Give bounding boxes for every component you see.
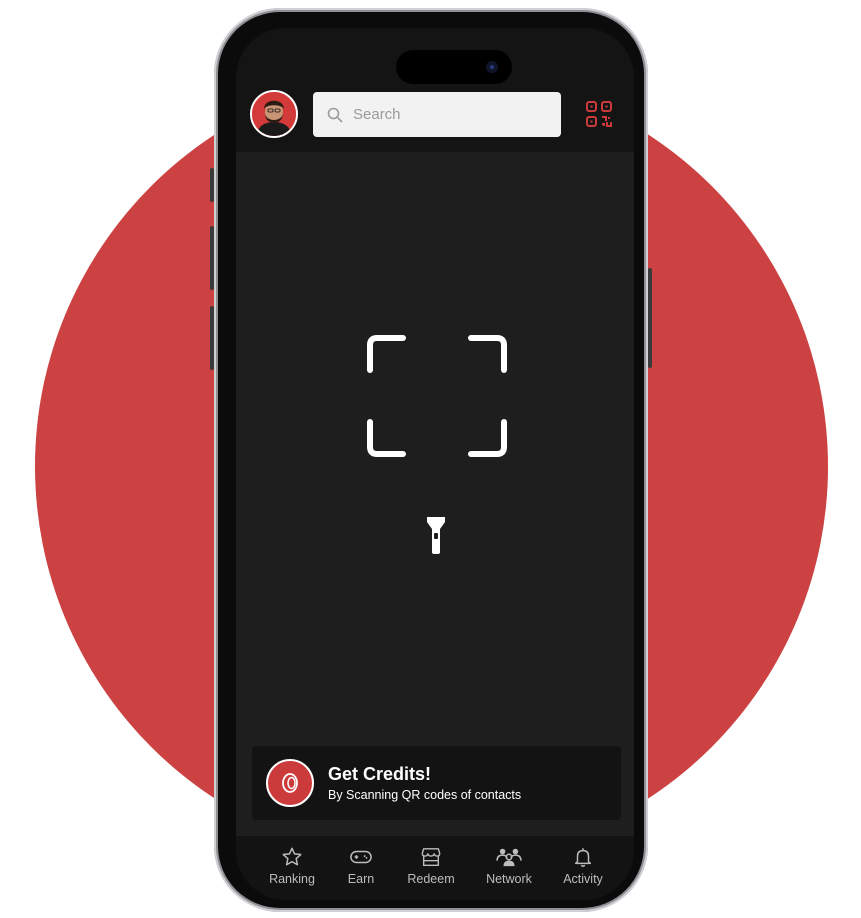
tab-earn[interactable]: Earn — [324, 846, 398, 886]
tab-label: Ranking — [269, 872, 315, 886]
qr-code-icon[interactable] — [585, 100, 613, 128]
qr-viewfinder-icon — [367, 335, 507, 457]
power-button — [648, 268, 652, 368]
camera-lens — [486, 61, 498, 73]
search-placeholder: Search — [353, 106, 401, 123]
gamepad-icon — [350, 850, 372, 864]
tab-label: Network — [486, 872, 532, 886]
phone-bezel: Search Get Credits! By Scanning QR codes… — [218, 12, 644, 908]
credits-subtitle: By Scanning QR codes of contacts — [328, 788, 522, 802]
volume-up-button — [210, 226, 214, 290]
search-input[interactable]: Search — [313, 92, 561, 137]
star-icon — [282, 847, 302, 866]
bottom-tab-bar: Ranking Earn Redeem Network Activity — [236, 836, 634, 900]
tab-label: Redeem — [407, 872, 455, 886]
top-bar: Search — [236, 28, 634, 152]
flashlight-icon[interactable] — [425, 515, 447, 555]
volume-down-button — [210, 306, 214, 370]
tab-redeem[interactable]: Redeem — [394, 846, 468, 886]
people-icon — [496, 848, 522, 867]
phone-frame: Search Get Credits! By Scanning QR codes… — [214, 8, 648, 912]
dynamic-island — [396, 50, 512, 84]
tab-network[interactable]: Network — [472, 846, 546, 886]
avatar[interactable] — [250, 90, 298, 138]
mute-switch — [210, 168, 214, 202]
tab-activity[interactable]: Activity — [546, 846, 620, 886]
tab-ranking[interactable]: Ranking — [255, 846, 329, 886]
get-credits-banner[interactable]: Get Credits! By Scanning QR codes of con… — [252, 746, 621, 820]
search-icon — [327, 107, 343, 122]
credits-title: Get Credits! — [328, 764, 432, 784]
tab-label: Activity — [563, 872, 603, 886]
tab-label: Earn — [347, 872, 375, 886]
bell-icon — [574, 848, 592, 867]
coin-icon — [266, 759, 314, 807]
store-icon — [421, 848, 441, 866]
app-screen: Search Get Credits! By Scanning QR codes… — [236, 28, 634, 900]
avatar-image — [252, 92, 296, 136]
